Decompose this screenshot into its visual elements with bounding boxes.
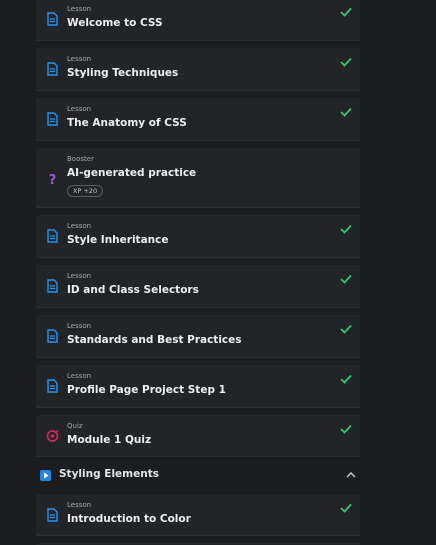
item-type: Lesson	[67, 501, 92, 509]
list-item[interactable]: Quiz Module 1 Quiz	[36, 415, 360, 457]
item-type: Lesson	[67, 272, 92, 280]
item-type: Lesson	[67, 372, 92, 380]
list-item[interactable]: Lesson Introduction to Color	[36, 494, 360, 536]
list-item[interactable]: ? Booster AI-generated practice XP +20	[36, 148, 360, 208]
item-type: Lesson	[67, 5, 92, 13]
item-title: Profile Page Project Step 1	[67, 384, 226, 396]
item-title: The Anatomy of CSS	[67, 117, 187, 129]
item-type: Booster	[67, 155, 94, 163]
section-title: Styling Elements	[59, 468, 159, 480]
item-type: Lesson	[67, 55, 92, 63]
chevron-up-icon[interactable]	[346, 471, 356, 478]
item-type: Lesson	[67, 105, 92, 113]
item-title: Style Inheritance	[67, 234, 169, 246]
item-title: Welcome to CSS	[67, 17, 163, 29]
item-title: Standards and Best Practices	[67, 334, 242, 346]
lesson-icon	[47, 279, 58, 293]
check-icon	[340, 224, 352, 234]
lesson-icon	[47, 62, 58, 76]
question-icon: ?	[49, 173, 57, 186]
section-header[interactable]: Styling Elements	[36, 462, 360, 486]
list-item[interactable]: Lesson Welcome to CSS	[36, 0, 360, 41]
item-title: AI-generated practice	[67, 167, 197, 179]
svg-text:?: ?	[49, 173, 57, 186]
item-type: Lesson	[67, 322, 92, 330]
list-item[interactable]: Lesson Style Inheritance	[36, 215, 360, 258]
lesson-icon	[47, 329, 58, 343]
item-title: Styling Techniques	[67, 67, 179, 79]
lesson-icon	[47, 379, 58, 393]
lesson-icon	[47, 12, 58, 26]
item-type: Lesson	[67, 222, 92, 230]
item-title: ID and Class Selectors	[67, 284, 199, 296]
check-icon	[340, 274, 352, 284]
list-item[interactable]: Lesson The Anatomy of CSS	[36, 98, 360, 141]
check-icon	[340, 374, 352, 384]
list-item[interactable]: Lesson ID and Class Selectors	[36, 265, 360, 308]
list-item[interactable]: Lesson Styling Techniques	[36, 48, 360, 91]
check-icon	[340, 324, 352, 334]
check-icon	[340, 57, 352, 67]
check-icon	[340, 503, 352, 513]
quiz-icon	[46, 430, 59, 442]
lesson-icon	[47, 112, 58, 126]
check-icon	[340, 424, 352, 434]
item-type: Quiz	[67, 422, 83, 430]
item-title: Module 1 Quiz	[67, 434, 152, 446]
lesson-icon	[47, 508, 58, 522]
list-item[interactable]: Lesson Profile Page Project Step 1	[36, 365, 360, 408]
play-icon	[40, 470, 51, 481]
check-icon	[340, 7, 352, 17]
item-title: Introduction to Color	[67, 513, 191, 525]
lesson-icon	[47, 229, 58, 243]
check-icon	[340, 107, 352, 117]
list-item[interactable]: Lesson Standards and Best Practices	[36, 315, 360, 358]
xp-badge: XP +20	[67, 185, 104, 197]
